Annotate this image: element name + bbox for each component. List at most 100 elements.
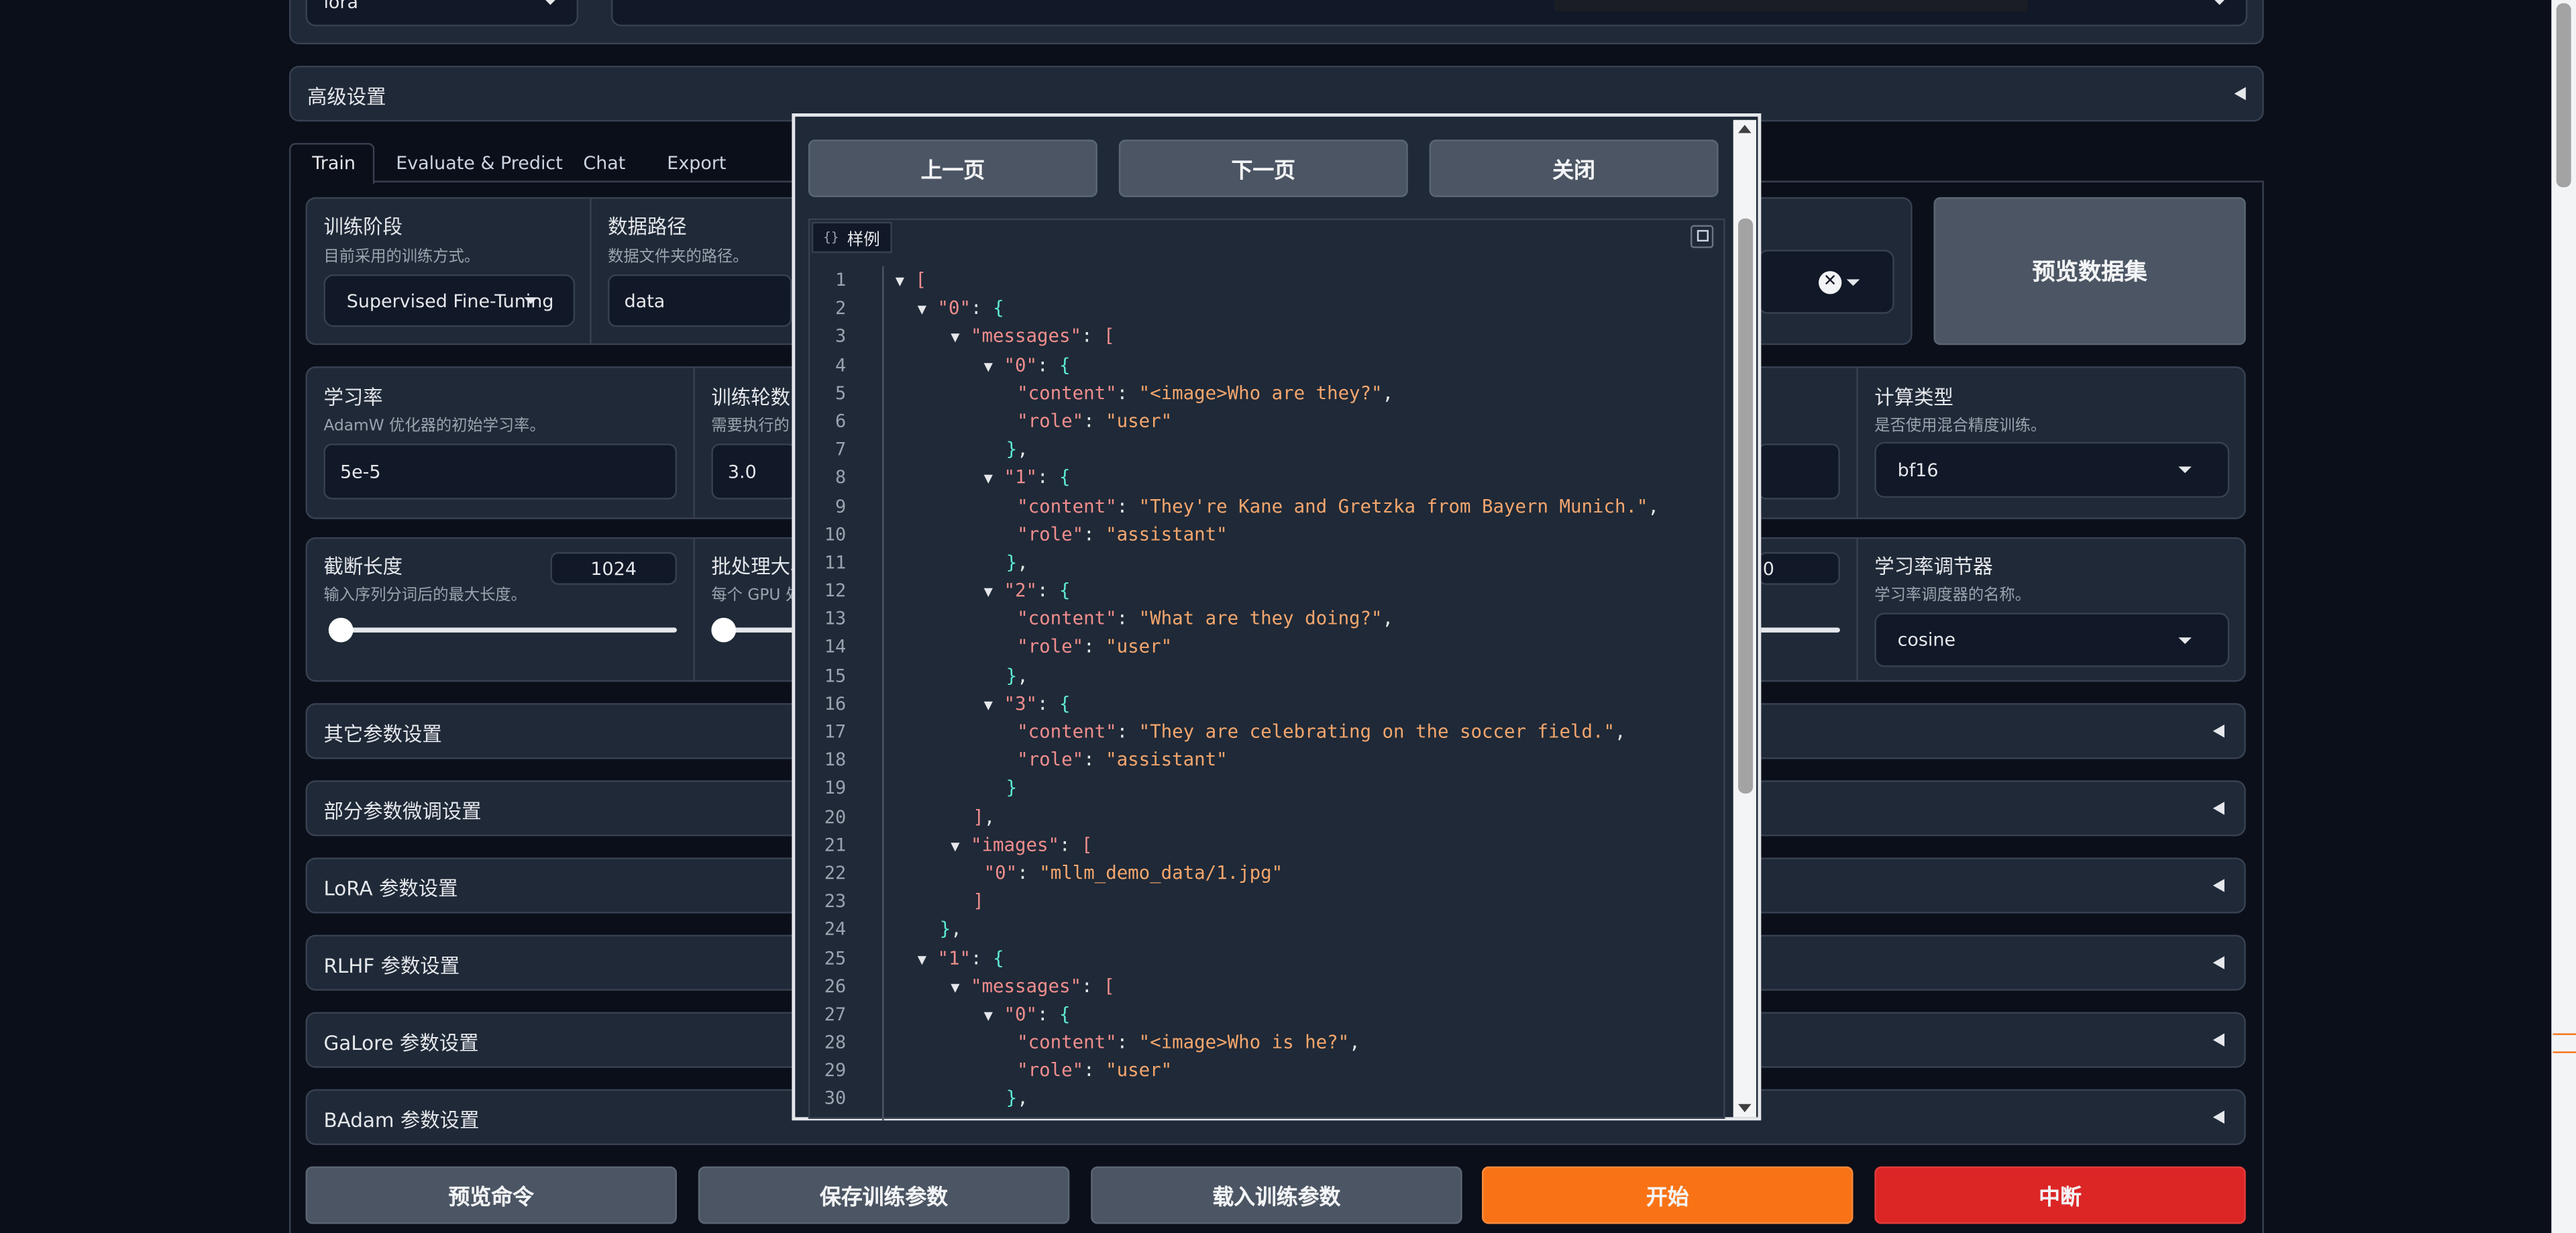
advanced-settings-title: 高级设置 (307, 85, 386, 109)
scroll-up-icon[interactable] (1738, 125, 1752, 133)
accordion-title: BAdam 参数设置 (323, 1109, 480, 1132)
finetune-method-dropdown[interactable]: lora (305, 0, 579, 27)
collapse-icon (2212, 879, 2224, 892)
load-args-button[interactable]: 载入训练参数 (1091, 1166, 1462, 1224)
collapse-icon (2212, 1110, 2224, 1124)
code-line: } (1006, 778, 1018, 800)
code-line: "content": "What are they doing?", (1017, 608, 1394, 630)
code-line: ▼ "images": [ (951, 834, 1093, 856)
json-key: "content" (1017, 721, 1117, 743)
copy-icon[interactable] (1690, 225, 1714, 248)
code-line: ▼ "1": { (917, 947, 1004, 969)
line-number: 29 (824, 1060, 847, 1082)
save-args-button[interactable]: 保存训练参数 (698, 1166, 1070, 1224)
batch-slider-handle[interactable] (711, 617, 737, 643)
json-key: "0" (1004, 1004, 1038, 1025)
datadir-input[interactable]: data (608, 274, 792, 327)
scheduler-divider (1856, 539, 1858, 680)
tab-chat[interactable]: Chat (583, 153, 625, 174)
abort-button[interactable]: 中断 (1874, 1166, 2246, 1224)
prev-page-button[interactable]: 上一页 (808, 140, 1097, 197)
stage-desc: 目前采用的训练方式。 (323, 248, 480, 266)
partial-slider-track[interactable] (1758, 627, 1840, 633)
json-value: "user" (1106, 636, 1173, 658)
cutoff-slider-track[interactable] (328, 627, 677, 633)
json-key: "content" (1017, 382, 1117, 404)
cutoff-number[interactable]: 1024 (550, 551, 677, 585)
page-scrollbar[interactable] (2551, 0, 2576, 1233)
chevron-down-icon (1846, 278, 1860, 285)
scheduler-dropdown[interactable]: cosine (1874, 612, 2230, 667)
json-key: "role" (1017, 636, 1084, 658)
line-number: 30 (824, 1088, 847, 1110)
json-key: "role" (1017, 411, 1084, 432)
line-numbers: 1 2 3 4 5 6 7 8 9 10 11 12 13 14 15 16 17 18 19 20 21 22 23 24 2… (810, 266, 882, 1114)
tab-export[interactable]: Export (667, 153, 726, 174)
line-number: 22 (824, 862, 847, 884)
epochs-input[interactable]: 3.0 (711, 443, 797, 500)
finetune-method-value: lora (323, 0, 359, 13)
line-number: 25 (824, 947, 847, 969)
collapse-arrow-icon[interactable]: ▼ (984, 1008, 993, 1024)
tab-train[interactable]: Train (289, 143, 375, 184)
chevron-down-icon (2212, 0, 2226, 5)
next-page-button[interactable]: 下一页 (1118, 140, 1408, 197)
clear-icon[interactable]: ✕ (1819, 271, 1842, 294)
collapse-arrow-icon[interactable]: ▼ (984, 472, 993, 488)
chevron-down-icon (2178, 466, 2192, 474)
cutoff-slider-handle[interactable] (328, 617, 354, 643)
tab-evaluate[interactable]: Evaluate & Predict (396, 153, 563, 174)
code-line: "content": "<image>Who is he?", (1017, 1032, 1360, 1053)
stage-value: Supervised Fine-Tuning (346, 290, 554, 312)
stage-divider (590, 199, 592, 343)
modal-scrollbar-thumb[interactable] (1738, 218, 1754, 794)
line-number: 3 (835, 325, 847, 347)
dataset-dropdown[interactable]: ✕ (1758, 250, 1894, 314)
collapse-arrow-icon[interactable]: ▼ (951, 839, 959, 855)
collapse-arrow-icon[interactable]: ▼ (984, 585, 993, 601)
collapse-arrow-icon[interactable]: ▼ (896, 274, 904, 290)
partial-input-right[interactable] (1758, 443, 1840, 500)
preview-dataset-button[interactable]: 预览数据集 (1933, 197, 2246, 345)
code-line: ▼ [ (895, 269, 927, 291)
collapse-arrow-icon[interactable]: ▼ (918, 303, 926, 319)
line-number: 26 (824, 975, 847, 997)
json-value: "<image>Who are they?" (1138, 382, 1383, 404)
compute-dropdown[interactable]: bf16 (1874, 441, 2230, 498)
compute-desc: 是否使用混合精度训练。 (1874, 417, 2047, 435)
orange-indicator (2553, 1033, 2576, 1035)
json-key: "content" (1017, 1032, 1117, 1053)
modal-scrollbar[interactable] (1733, 119, 1756, 1118)
start-button[interactable]: 开始 (1481, 1166, 1854, 1224)
collapse-arrow-icon[interactable]: ▼ (984, 698, 993, 714)
stage-dropdown[interactable]: Supervised Fine-Tuning (323, 274, 576, 327)
code-line: ▼ "0": { (917, 297, 1004, 319)
collapse-arrow-icon[interactable]: ▼ (984, 359, 993, 375)
stage-label: 训练阶段 (323, 215, 403, 239)
collapse-arrow-icon[interactable]: ▼ (951, 980, 959, 996)
page-scrollbar-thumb[interactable] (2556, 3, 2571, 188)
tooltip-bar (1554, 0, 2028, 12)
json-value: "<image>Who is he?" (1138, 1032, 1350, 1053)
line-number: 28 (824, 1032, 847, 1053)
json-key: "messages" (971, 975, 1081, 997)
partial-number-value: 0 (1762, 557, 1774, 580)
line-number: 10 (824, 523, 847, 545)
code-line: ], (973, 806, 996, 828)
line-number: 4 (835, 354, 847, 376)
lr-input[interactable]: 5e-5 (323, 443, 677, 500)
scroll-down-icon[interactable] (1738, 1104, 1752, 1112)
chevron-down-icon (2178, 636, 2192, 643)
preview-command-button[interactable]: 预览命令 (305, 1166, 677, 1224)
close-button[interactable]: 关闭 (1429, 140, 1719, 197)
partial-number-right[interactable]: 0 (1758, 551, 1840, 585)
json-value: "They're Kane and Gretzka from Bayern Mu… (1138, 495, 1648, 517)
code-line: ▼ "3": { (983, 693, 1071, 714)
collapse-arrow-icon[interactable]: ▼ (918, 952, 926, 968)
line-number: 1 (835, 269, 847, 291)
accordion-title: GaLore 参数设置 (323, 1031, 479, 1055)
collapse-icon (2212, 802, 2224, 815)
accordion-title: 部分参数微调设置 (323, 800, 482, 823)
collapse-icon (2212, 725, 2224, 738)
collapse-arrow-icon[interactable]: ▼ (951, 331, 959, 347)
